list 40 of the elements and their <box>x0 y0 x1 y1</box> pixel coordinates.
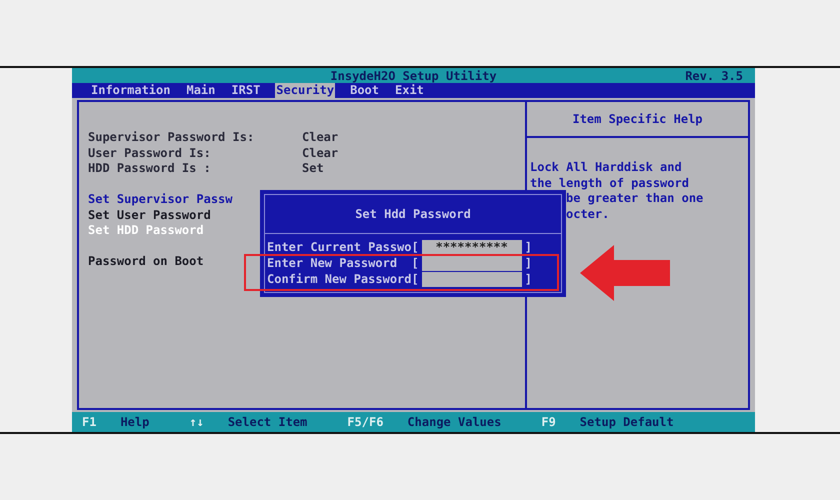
help-text: Lock All Harddisk and <box>530 160 683 176</box>
status-value: Clear <box>302 146 338 161</box>
menu-tab[interactable]: Main <box>185 83 216 98</box>
status-value: Clear <box>302 130 338 146</box>
status-value: Set <box>302 161 324 176</box>
field-label: Enter Current Passwo[ <box>267 240 419 254</box>
menu-tab[interactable]: Boot <box>349 83 380 98</box>
password-field[interactable] <box>422 272 522 286</box>
key-action: Change Values <box>407 415 502 429</box>
field-label: Enter New Password [ <box>267 256 419 270</box>
window-title: InsydeH2O Setup Utility <box>330 68 497 82</box>
menu-tab[interactable]: Information <box>90 83 172 98</box>
menu-item[interactable]: Set Supervisor Passw <box>88 192 232 206</box>
arrow-icon <box>580 245 670 301</box>
key-action: Help <box>120 415 150 429</box>
help-text: octer. <box>565 206 610 222</box>
menu-item[interactable]: Password on Boot <box>88 254 204 268</box>
key-label: F9 <box>541 415 556 429</box>
status-label: Supervisor Password Is: <box>88 130 256 146</box>
menu-tab[interactable]: Exit <box>394 83 425 98</box>
dialog-title: Set Hdd Password <box>355 207 471 221</box>
help-text: be greater than one <box>565 191 704 206</box>
bracket: ] <box>524 272 532 286</box>
help-text: the length of password <box>530 176 690 191</box>
key-label: ↑↓ <box>189 415 204 429</box>
help-title: Item Specific Help <box>572 112 703 126</box>
status-label: HDD Password Is : <box>88 161 212 176</box>
status-label: User Password Is: <box>88 146 212 161</box>
revision-label: Rev. 3.5 <box>685 68 743 82</box>
key-action: Setup Default <box>580 415 674 429</box>
bracket: ] <box>524 240 532 254</box>
password-field[interactable]: ********** <box>422 240 522 254</box>
bracket: ] <box>524 256 532 270</box>
key-label: F5/F6 <box>347 415 384 429</box>
menu-tab[interactable]: Security <box>275 83 336 98</box>
key-action: Select Item <box>228 415 308 429</box>
menu-tab[interactable]: IRST <box>230 83 262 98</box>
field-label: Confirm New Password[ <box>267 272 419 286</box>
key-label: F1 <box>82 415 96 429</box>
password-field[interactable] <box>422 256 522 270</box>
